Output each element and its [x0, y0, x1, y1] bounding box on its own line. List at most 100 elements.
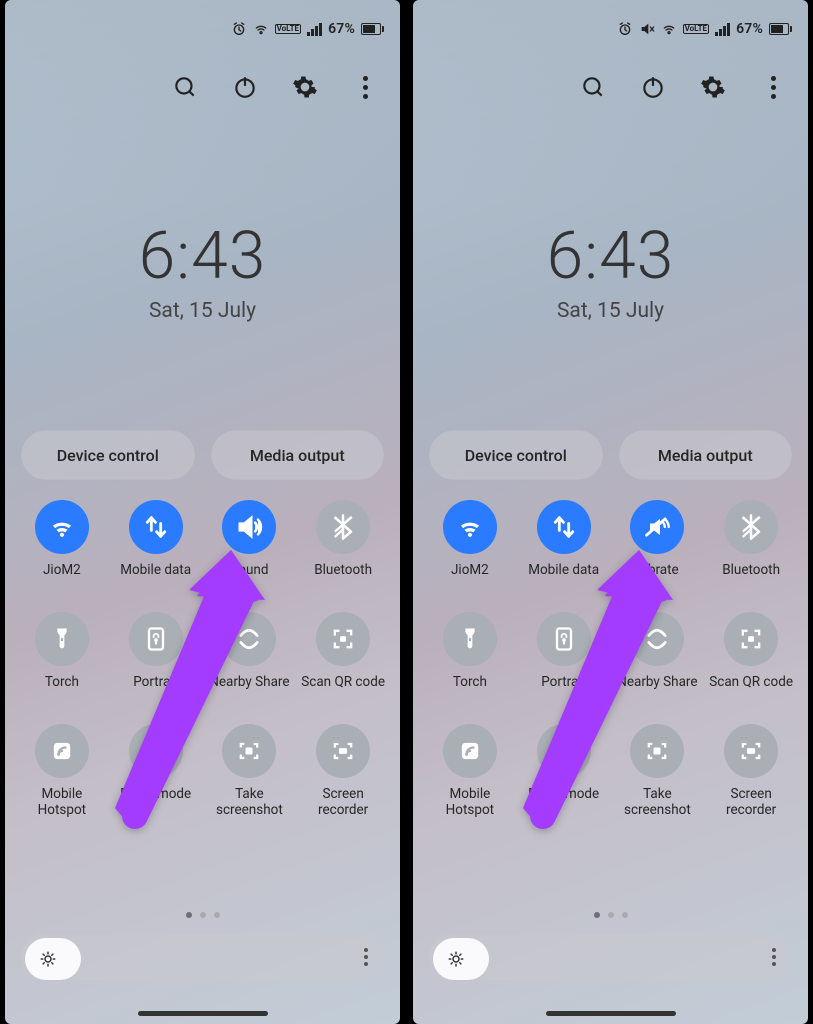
media-output-button[interactable]: Media output [211, 430, 385, 480]
qs-tile-sshot[interactable]: Take screenshot [207, 724, 293, 818]
wifi-icon [443, 500, 497, 554]
qs-action-row [576, 70, 790, 104]
device-control-button[interactable]: Device control [21, 430, 195, 480]
flight-icon [129, 724, 183, 778]
clock-date: Sat, 15 July [5, 299, 400, 323]
qs-tile-torch[interactable]: Torch [427, 612, 513, 690]
quick-settings-grid: JioM2 Mobile data Sound Bluetooth Torch … [19, 500, 386, 818]
sshot-icon [222, 724, 276, 778]
srec-icon [724, 724, 778, 778]
hotspot-icon [443, 724, 497, 778]
qs-tile-srec[interactable]: Screen recorder [708, 724, 794, 818]
qs-tile-label: Bluetooth [722, 562, 780, 578]
power-button[interactable] [636, 70, 670, 104]
qs-tile-wifi[interactable]: JioM2 [19, 500, 105, 578]
mute-icon [639, 21, 655, 37]
qs-tile-sound[interactable]: Sound [207, 500, 293, 578]
battery-text: 67% [328, 21, 355, 37]
search-button[interactable] [168, 70, 202, 104]
wifi-status-icon [253, 21, 269, 37]
search-button[interactable] [576, 70, 610, 104]
qs-tile-label: Portrait [133, 674, 178, 690]
qs-tile-label: Mobile Hotspot [19, 786, 105, 818]
qs-tile-qr[interactable]: Scan QR code [300, 612, 386, 690]
hotspot-icon [35, 724, 89, 778]
brightness-slider[interactable] [21, 934, 384, 980]
gesture-bar [546, 1011, 676, 1016]
nearby-icon [222, 612, 276, 666]
qs-tile-vibrate[interactable]: Vibrate [615, 500, 701, 578]
brightness-more-button[interactable] [364, 948, 374, 966]
qs-tile-label: Portrait [541, 674, 586, 690]
clock-block: 6:43 Sat, 15 July [413, 218, 808, 323]
bluetooth-icon [724, 500, 778, 554]
media-output-button[interactable]: Media output [619, 430, 793, 480]
data-icon [129, 500, 183, 554]
quick-settings-grid: JioM2 Mobile data Vibrate Bluetooth Torc… [427, 500, 794, 818]
qr-icon [724, 612, 778, 666]
torch-icon [35, 612, 89, 666]
qs-action-row [168, 70, 382, 104]
data-icon [537, 500, 591, 554]
phone-panel-right: VoLTE 67% 6:43 Sat, 15 July Device contr… [413, 0, 808, 1024]
gesture-bar [138, 1011, 268, 1016]
volte-badge: VoLTE [683, 24, 709, 34]
qs-tile-data[interactable]: Mobile data [113, 500, 199, 578]
brightness-slider[interactable] [429, 934, 792, 980]
qs-tile-nearby[interactable]: Nearby Share [207, 612, 293, 690]
battery-icon [361, 23, 384, 35]
qs-tile-wifi[interactable]: JioM2 [427, 500, 513, 578]
battery-icon [769, 23, 792, 35]
qs-tile-label: Nearby Share [617, 674, 697, 690]
qs-tile-label: Torch [45, 674, 79, 690]
wifi-icon [35, 500, 89, 554]
lock-icon [537, 612, 591, 666]
qs-tile-qr[interactable]: Scan QR code [708, 612, 794, 690]
page-indicator [413, 912, 808, 918]
vibrate-icon [630, 500, 684, 554]
clock-time: 6:43 [5, 218, 400, 295]
qs-tile-srec[interactable]: Screen recorder [300, 724, 386, 818]
nearby-icon [630, 612, 684, 666]
signal-icon [307, 23, 322, 36]
qs-tile-label: Flight mode [120, 786, 191, 802]
qs-tile-portrait[interactable]: Portrait [113, 612, 199, 690]
page-indicator [5, 912, 400, 918]
brightness-thumb[interactable] [435, 938, 477, 980]
qs-tile-flight[interactable]: Flight mode [521, 724, 607, 818]
qs-tile-hotspot[interactable]: Mobile Hotspot [19, 724, 105, 818]
clock-time: 6:43 [413, 218, 808, 295]
more-button[interactable] [348, 70, 382, 104]
flight-icon [537, 724, 591, 778]
qs-tile-data[interactable]: Mobile data [521, 500, 607, 578]
torch-icon [443, 612, 497, 666]
qs-tile-label: Take screenshot [207, 786, 293, 818]
wifi-status-icon [661, 21, 677, 37]
qs-tile-label: Nearby Share [209, 674, 289, 690]
power-button[interactable] [228, 70, 262, 104]
qs-tile-torch[interactable]: Torch [19, 612, 105, 690]
brightness-thumb[interactable] [27, 938, 69, 980]
qs-tile-flight[interactable]: Flight mode [113, 724, 199, 818]
lock-icon [129, 612, 183, 666]
qs-tile-hotspot[interactable]: Mobile Hotspot [427, 724, 513, 818]
qs-tile-bt[interactable]: Bluetooth [300, 500, 386, 578]
qs-tile-sshot[interactable]: Take screenshot [615, 724, 701, 818]
device-control-button[interactable]: Device control [429, 430, 603, 480]
qs-tile-portrait[interactable]: Portrait [521, 612, 607, 690]
qs-tile-label: Vibrate [636, 562, 679, 578]
qs-tile-label: Torch [453, 674, 487, 690]
status-bar: VoLTE 67% [5, 0, 400, 58]
qs-tile-label: Mobile data [120, 562, 191, 578]
settings-button[interactable] [696, 70, 730, 104]
qs-tile-bt[interactable]: Bluetooth [708, 500, 794, 578]
phone-panel-left: VoLTE 67% 6:43 Sat, 15 July Device contr… [5, 0, 400, 1024]
more-button[interactable] [756, 70, 790, 104]
settings-button[interactable] [288, 70, 322, 104]
clock-date: Sat, 15 July [413, 299, 808, 323]
status-bar: VoLTE 67% [413, 0, 808, 58]
brightness-more-button[interactable] [772, 948, 782, 966]
qs-tile-label: JioM2 [451, 562, 489, 578]
qs-tile-label: Flight mode [528, 786, 599, 802]
qs-tile-nearby[interactable]: Nearby Share [615, 612, 701, 690]
